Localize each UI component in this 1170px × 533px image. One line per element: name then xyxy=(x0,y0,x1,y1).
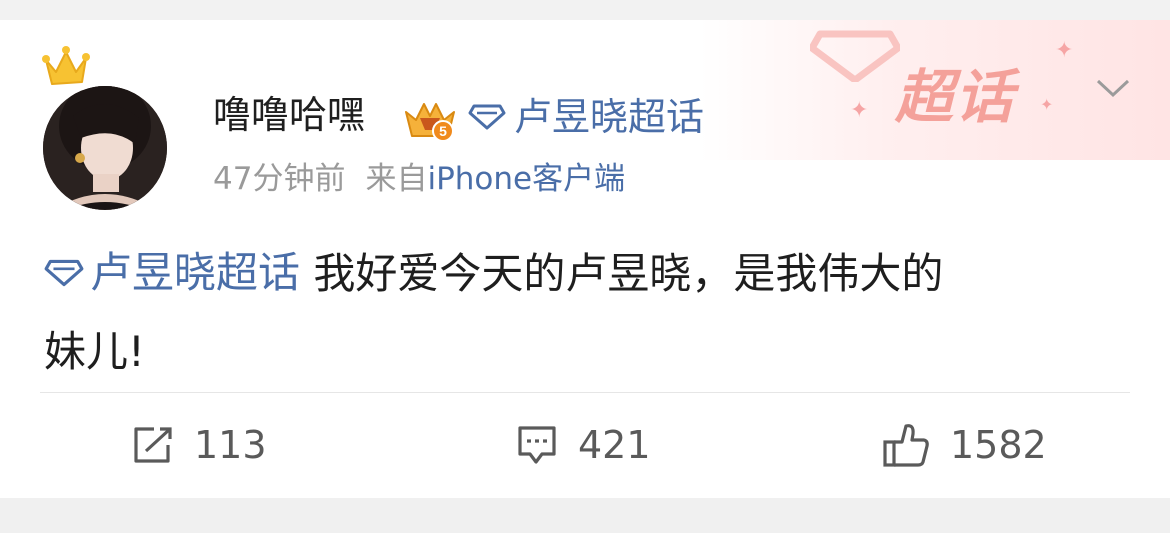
comment-icon xyxy=(518,426,556,464)
thumbs-up-icon xyxy=(883,424,929,467)
super-topic-label: 超话 xyxy=(895,63,1016,131)
chevron-down-icon[interactable] xyxy=(1096,78,1130,98)
like-count: 1582 xyxy=(950,423,1047,467)
comment-count: 421 xyxy=(578,423,651,467)
repost-button[interactable]: 113 xyxy=(132,420,267,470)
repost-count: 113 xyxy=(194,423,267,467)
crown-icon xyxy=(42,46,90,85)
level-badge-icon[interactable]: 5 xyxy=(402,98,458,142)
super-topic-diamond-icon xyxy=(468,104,506,130)
content-text-line-1: 我好爱今天的卢昱晓，是我伟大的 xyxy=(300,249,944,298)
repost-icon xyxy=(134,427,172,463)
diamond-watermark-icon xyxy=(810,30,900,82)
super-topic-link[interactable]: 卢昱晓超话 xyxy=(468,98,704,136)
content-topic-name: 卢昱晓超话 xyxy=(90,248,301,297)
super-topic-name: 卢昱晓超话 xyxy=(514,95,705,139)
avatar[interactable] xyxy=(43,86,167,210)
like-button[interactable]: 1582 xyxy=(882,420,1047,470)
feed-separator xyxy=(0,498,1170,533)
sparkle-icon: ✦ xyxy=(1055,38,1074,63)
avatar-container[interactable] xyxy=(40,42,170,210)
weibo-post-card: ✦ ✦ ✦ 超话 噜噜哈嘿 5 卢昱晓超话 47分钟前 来自iPhone客户端 … xyxy=(0,20,1170,498)
level-number: 5 xyxy=(439,123,447,139)
comment-button[interactable]: 421 xyxy=(516,420,651,470)
divider xyxy=(40,392,1130,393)
super-topic-diamond-icon xyxy=(44,259,84,287)
post-content: 卢昱晓超话 我好爱今天的卢昱晓，是我伟大的 妹儿! xyxy=(44,234,1124,391)
source-prefix: 来自 xyxy=(365,161,428,197)
sparkle-icon: ✦ xyxy=(850,98,869,123)
sparkle-icon: ✦ xyxy=(1040,95,1054,114)
content-topic-link[interactable]: 卢昱晓超话 xyxy=(44,234,300,312)
username[interactable]: 噜噜哈嘿 xyxy=(213,96,365,134)
post-meta: 47分钟前 来自iPhone客户端 xyxy=(213,164,625,195)
content-text-line-2: 妹儿! xyxy=(44,327,145,376)
source-device[interactable]: iPhone客户端 xyxy=(427,161,625,197)
post-time: 47分钟前 xyxy=(213,161,346,197)
